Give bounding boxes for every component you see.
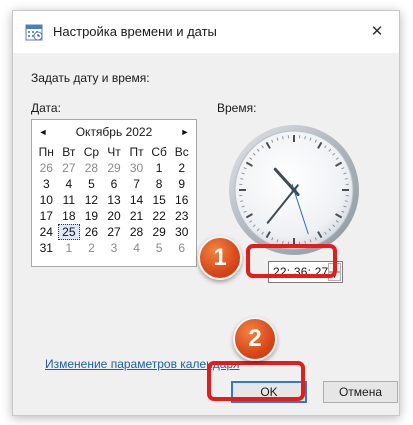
- calendar-day[interactable]: 15: [148, 192, 171, 208]
- calendar-day[interactable]: 2: [170, 160, 193, 176]
- calendar-day[interactable]: 30: [125, 160, 148, 176]
- calendar-day[interactable]: 28: [125, 224, 148, 240]
- calendar-day[interactable]: 31: [35, 240, 58, 256]
- calendar-header: ◄ Октябрь 2022 ►: [32, 124, 196, 140]
- calendar-day[interactable]: 29: [148, 224, 171, 240]
- calendar-day[interactable]: 30: [170, 224, 193, 240]
- step-badge-2: 2: [233, 317, 277, 361]
- calendar-day[interactable]: 27: [103, 224, 126, 240]
- calendar-day[interactable]: 10: [35, 192, 58, 208]
- clock-minute-tick: [282, 136, 284, 140]
- calendar-day[interactable]: 18: [58, 208, 81, 224]
- time-highlight-frame: [246, 244, 337, 278]
- weekday-header: Ср: [83, 145, 100, 159]
- calendar-day[interactable]: 29: [103, 160, 126, 176]
- step-badge-1: 1: [198, 236, 242, 280]
- calendar-day[interactable]: 1: [148, 160, 171, 176]
- weekday-header: Вт: [62, 145, 76, 159]
- calendar-day[interactable]: 11: [58, 192, 81, 208]
- clock-minute-tick: [344, 178, 348, 180]
- calendar-day[interactable]: 23: [170, 208, 193, 224]
- clock-minute-tick: [304, 136, 306, 140]
- calendar-day[interactable]: 12: [80, 192, 103, 208]
- close-button[interactable]: ✕: [361, 17, 393, 45]
- calendar-day[interactable]: 6: [103, 176, 126, 192]
- calendar: ◄ Октябрь 2022 ► Пн Вт Ср Чт Пт Сб Вс 26 27 28 29 3…: [31, 119, 197, 267]
- calendar-day[interactable]: 5: [148, 240, 171, 256]
- next-month-button[interactable]: ►: [178, 124, 192, 140]
- calendar-day[interactable]: 24: [35, 224, 58, 240]
- weekday-header: Вс: [174, 145, 189, 159]
- calendar-day[interactable]: 17: [35, 208, 58, 224]
- calendar-day[interactable]: 2: [80, 240, 103, 256]
- date-label: Дата:: [31, 101, 61, 115]
- chevron-right-icon: ►: [180, 127, 190, 137]
- weekday-header: Пт: [129, 145, 144, 159]
- ok-highlight-frame: [207, 361, 305, 401]
- calendar-day[interactable]: 3: [35, 176, 58, 192]
- calendar-day[interactable]: 22: [148, 208, 171, 224]
- calendar-day[interactable]: 26: [80, 224, 103, 240]
- calendar-day[interactable]: 4: [125, 240, 148, 256]
- calendar-day[interactable]: 19: [80, 208, 103, 224]
- calendar-day-selected[interactable]: 25: [57, 224, 81, 240]
- calendar-day[interactable]: 6: [170, 240, 193, 256]
- calendar-day[interactable]: 13: [103, 192, 126, 208]
- date-time-dialog: Настройка времени и даты ✕ Задать дату и…: [12, 10, 400, 416]
- calendar-day[interactable]: 7: [125, 176, 148, 192]
- clock-center-pin: [291, 187, 297, 193]
- calendar-month-title[interactable]: Октябрь 2022: [52, 124, 176, 140]
- analog-clock: [229, 125, 359, 255]
- set-date-time-heading: Задать дату и время:: [31, 71, 150, 85]
- calendar-day[interactable]: 20: [103, 208, 126, 224]
- title-bar: Настройка времени и даты ✕: [13, 11, 399, 53]
- chevron-left-icon: ◄: [38, 127, 48, 137]
- cancel-button[interactable]: Отмена: [323, 381, 398, 403]
- calendar-day[interactable]: 8: [148, 176, 171, 192]
- calendar-day[interactable]: 14: [125, 192, 148, 208]
- calendar-day[interactable]: 26: [35, 160, 58, 176]
- calendar-day[interactable]: 9: [170, 176, 193, 192]
- calendar-day[interactable]: 4: [58, 176, 81, 192]
- clock-minute-tick: [344, 200, 348, 202]
- window-title: Настройка времени и даты: [53, 24, 217, 39]
- calendar-day[interactable]: 21: [125, 208, 148, 224]
- calendar-clock-icon: [25, 24, 43, 41]
- calendar-day[interactable]: 1: [58, 240, 81, 256]
- calendar-day[interactable]: 27: [58, 160, 81, 176]
- calendar-day[interactable]: 28: [80, 160, 103, 176]
- clock-minute-tick: [240, 200, 244, 202]
- weekday-header: Сб: [151, 145, 167, 159]
- calendar-day[interactable]: 3: [103, 240, 126, 256]
- clock-minute-tick: [240, 178, 244, 180]
- calendar-grid: Пн Вт Ср Чт Пт Сб Вс 26 27 28 29 30 1 2 3 4 5 6 7 8 9 10 11 12 1…: [35, 144, 193, 256]
- weekday-header: Пн: [38, 145, 54, 159]
- calendar-day[interactable]: 5: [80, 176, 103, 192]
- time-label: Время:: [217, 101, 257, 115]
- close-icon: ✕: [370, 23, 384, 40]
- calendar-day[interactable]: 16: [170, 192, 193, 208]
- weekday-header: Чт: [107, 145, 121, 159]
- prev-month-button[interactable]: ◄: [36, 124, 50, 140]
